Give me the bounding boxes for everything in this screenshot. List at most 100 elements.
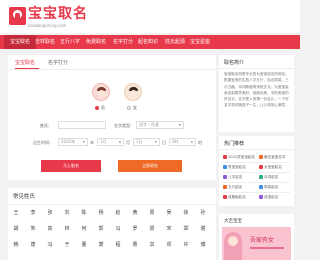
surname-item[interactable]: 谢 [196,226,210,233]
surname-item[interactable]: 傅 [196,242,210,249]
nav-item-free-naming[interactable]: 免费取名 [86,35,106,49]
tab-divider [8,69,216,70]
banner-divider [250,247,284,249]
gender-girl-radio[interactable] [127,106,131,110]
tools-panel: 热门推荐 2022虎宝宝起名 最佳宝宝名字 男宝宝起名 女宝宝起名 八字起名 诗… [219,136,294,206]
surname-item[interactable]: 何 [77,226,91,233]
surname-item[interactable]: 孙 [196,210,210,217]
surname-label: 姓氏: [40,123,50,128]
girl-avatar[interactable] [124,83,142,101]
wuxing-icon [223,185,227,189]
logo-icon[interactable] [9,7,26,25]
birth-year-value: 2022年 [61,139,76,144]
chevron-down-icon: ▼ [190,140,193,144]
submit-naming-button[interactable]: 马上取名 [41,160,101,172]
tab-baby-naming[interactable]: 宝宝取名 [15,60,35,67]
tool-item[interactable]: 2022虎宝宝起名 [223,153,255,161]
surname-item[interactable]: 陈 [77,210,91,217]
surname-item[interactable]: 赵 [111,210,125,217]
surname-item[interactable]: 郑 [179,226,193,233]
tool-label: 八字起名 [228,175,243,179]
surname-item[interactable]: 高 [43,226,57,233]
tool-label: 男宝宝起名 [228,165,246,169]
tool-item[interactable]: 女宝宝起名 [259,163,282,171]
birth-month-select[interactable]: 1月 ▼ [97,138,124,146]
surname-item[interactable]: 韩 [9,242,23,249]
tool-item[interactable]: 诗词起名 [259,173,278,181]
surname-item[interactable]: 许 [179,242,193,249]
girl-face [130,90,137,97]
tools-title: 热门推荐 [224,141,245,147]
nav-item-baby-naming[interactable]: 宝宝取名 [4,35,37,49]
surname-item[interactable]: 宋 [162,226,176,233]
surname-item[interactable]: 梁 [145,226,159,233]
surname-item[interactable]: 徐 [179,210,193,217]
year-unit: 年 [90,140,94,145]
birth-time-label: 出生时间: [33,140,51,145]
surname-item[interactable]: 马 [111,226,125,233]
chevron-down-icon: ▼ [82,140,85,144]
surname-item[interactable]: 吴 [162,210,176,217]
surname-item[interactable]: 唐 [26,242,40,249]
surname-item[interactable]: 郭 [94,226,108,233]
nav-item-wuxing-bazi[interactable]: 五行八字 [60,35,80,49]
tool-label: 最佳宝宝名字 [264,155,286,159]
surname-item[interactable]: 罗 [128,226,142,233]
nav-item-surname-origin[interactable]: 姓氏起源 [165,35,185,49]
tool-label: 女宝宝起名 [264,165,282,169]
intro-panel: 取名简介 宝宝取名网是专业的为宝宝起名的网站，根据宝宝的生辰八字五行，结合周易、… [219,55,294,132]
birth-day-select[interactable]: 1日 ▼ [133,138,160,146]
tool-item[interactable]: 双胞胎起名 [223,193,246,201]
birth-year-select[interactable]: 2022年 ▼ [58,138,88,146]
surname-item[interactable]: 王 [9,210,23,217]
surname-input[interactable] [58,121,106,129]
site-logo-title[interactable]: 宝宝取名 [28,6,88,22]
surname-item[interactable]: 董 [77,242,91,249]
surname-item[interactable]: 周 [145,210,159,217]
poem-icon [259,175,263,179]
name-type-select[interactable]: 双字 - 任意 ▼ [136,121,184,129]
site-header: 宝宝取名 baobaoqiming.com [0,0,300,33]
surname-item[interactable]: 冯 [43,242,57,249]
surname-item[interactable]: 林 [60,226,74,233]
surname-item[interactable]: 袁 [145,242,159,249]
tool-item[interactable]: 八字起名 [223,173,242,181]
surname-item[interactable]: 萧 [94,242,108,249]
submit-test-button[interactable]: 立即测名 [118,160,182,172]
nav-item-baby-zodiac[interactable]: 宝宝星座 [190,35,210,49]
nav-item-naming-knowledge[interactable]: 起名知识 [138,35,158,49]
tools-divider [219,149,294,150]
birth-day-value: 1日 [136,139,143,144]
boy-face [98,90,105,97]
promo-panel: 大吉宝宝 吾家有女 [219,214,294,260]
surname-item[interactable]: 曹 [128,242,142,249]
tool-item[interactable]: 最佳宝宝名字 [259,153,286,161]
tool-label: 五行起名 [228,185,243,189]
surname-item[interactable]: 胡 [9,226,23,233]
surname-item[interactable]: 黄 [128,210,142,217]
boy-avatar[interactable] [92,83,110,101]
nav-item-name-score[interactable]: 名字打分 [113,35,133,49]
surname-item[interactable]: 于 [60,242,74,249]
promo-banner[interactable]: 吾家有女 [222,227,291,260]
hour-unit: 时 [198,140,202,145]
tool-item[interactable]: 五行起名 [223,183,242,191]
tool-item[interactable]: 男宝宝起名 [223,163,246,171]
gender-boy-radio[interactable] [95,106,99,110]
surname-item[interactable]: 邓 [162,242,176,249]
surname-item[interactable]: 张 [43,210,57,217]
tab-name-score[interactable]: 名字打分 [48,60,68,67]
surname-item[interactable]: 刘 [60,210,74,217]
surname-item[interactable]: 程 [111,242,125,249]
surname-item[interactable]: 朱 [26,226,40,233]
star-icon [259,155,263,159]
tool-label: 成语起名 [264,195,279,199]
surname-item[interactable]: 杨 [94,210,108,217]
nav-item-lucky-naming[interactable]: 吉祥取名 [35,35,55,49]
tool-item[interactable]: 成语起名 [259,193,278,201]
surname-item[interactable]: 李 [26,210,40,217]
main-nav: 宝宝取名 吉祥取名 五行八字 免费取名 名字打分 起名知识 姓氏起源 宝宝星座 [0,35,300,49]
birth-hour-select[interactable]: 0时 ▼ [169,138,196,146]
birth-hour-value: 0时 [172,139,179,144]
tool-item[interactable]: 周易起名 [259,183,278,191]
